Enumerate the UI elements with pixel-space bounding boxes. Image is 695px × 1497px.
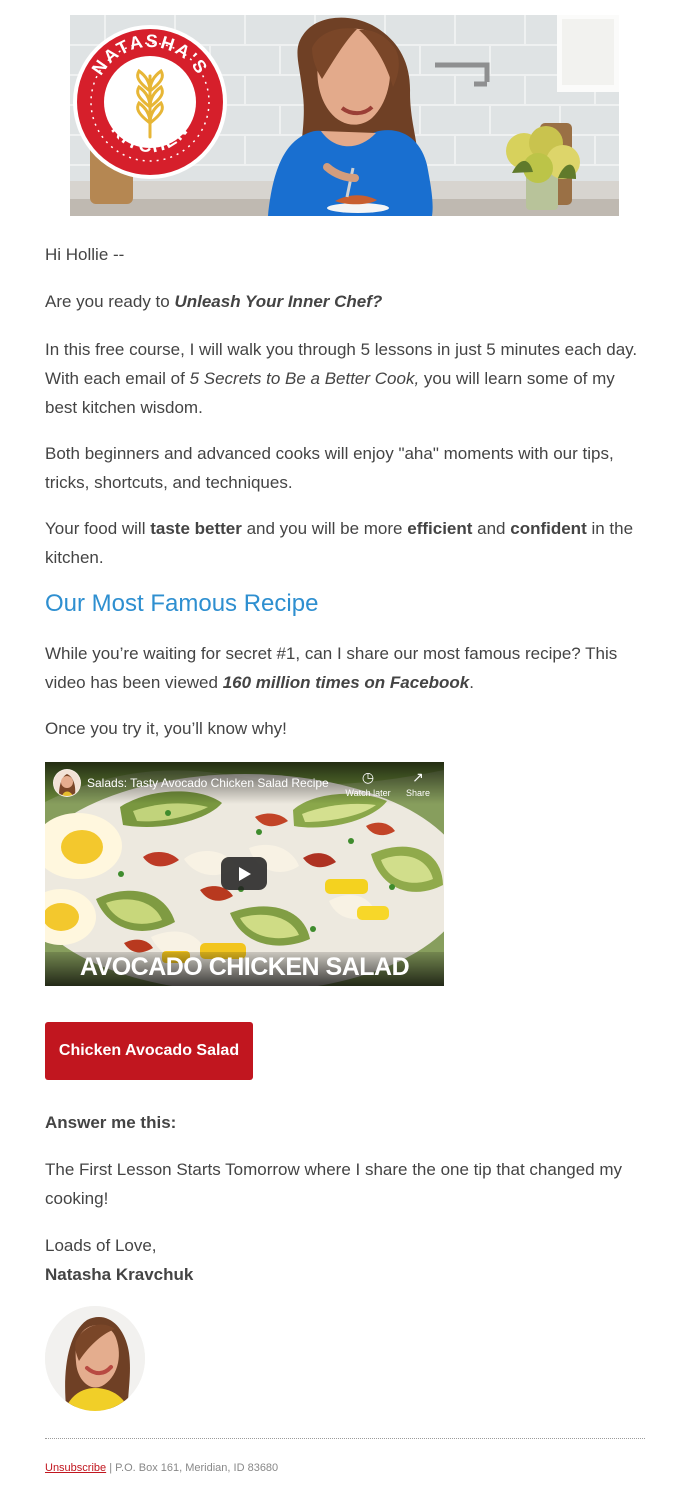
intro-prefix: Are you ready to	[45, 292, 175, 311]
share-arrow-icon: ↗	[412, 769, 424, 785]
natashas-kitchen-logo: NATASHA'S KITCHEN	[73, 25, 227, 179]
course-title: 5 Secrets to Be a Better Cook,	[189, 369, 420, 388]
watch-later-button[interactable]: ◷ Watch later	[344, 769, 392, 798]
video-title[interactable]: Salads: Tasty Avocado Chicken Salad Reci…	[87, 776, 329, 790]
recipe-intro-suffix: .	[469, 673, 474, 692]
chicken-avocado-salad-button[interactable]: Chicken Avocado Salad	[45, 1022, 253, 1080]
author-name: Natasha Kravchuk	[45, 1265, 194, 1284]
answer-label: Answer me this:	[45, 1113, 177, 1132]
recipe-heading: Our Most Famous Recipe	[45, 590, 319, 617]
watch-later-label: Watch later	[345, 788, 391, 798]
author-photo	[45, 1306, 145, 1411]
natasha-profile-image	[45, 1306, 145, 1411]
course-text: In this free course, I will walk you thr…	[45, 335, 645, 422]
footer-divider	[45, 1438, 645, 1439]
intro-text: Are you ready to Unleash Your Inner Chef…	[45, 287, 645, 316]
natasha-avatar-icon	[54, 770, 80, 796]
answer-section: Answer me this:	[45, 1108, 645, 1137]
recipe-intro-text: While you’re waiting for secret #1, can …	[45, 639, 645, 697]
header-banner: NATASHA'S KITCHEN	[70, 15, 619, 216]
greeting-paragraph: Hi Hollie --	[45, 240, 645, 269]
cook-levels-text: Both beginners and advanced cooks will e…	[45, 444, 614, 492]
signoff: Loads of Love, Natasha Kravchuk	[45, 1231, 645, 1289]
intro-paragraph: Are you ready to Unleash Your Inner Chef…	[45, 287, 645, 316]
greeting-text: Hi Hollie --	[45, 245, 125, 264]
share-label: Share	[405, 788, 431, 798]
closing-text: Loads of Love,	[45, 1236, 157, 1255]
try-recipe-paragraph: Once you try it, you’ll know why!	[45, 714, 645, 743]
unsubscribe-link[interactable]: Unsubscribe	[45, 1462, 106, 1474]
video-caption: AVOCADO CHICKEN SALAD	[45, 952, 444, 986]
course-description: In this free course, I will walk you thr…	[45, 335, 645, 422]
benefit-confident: confident	[510, 519, 587, 538]
facebook-views-emphasis: 160 million times on Facebook	[222, 673, 470, 692]
benefits-part-2: and you will be more	[241, 519, 408, 538]
cook-levels-paragraph: Both beginners and advanced cooks will e…	[45, 439, 645, 497]
clock-icon: ◷	[361, 769, 375, 785]
channel-avatar[interactable]	[53, 769, 81, 797]
try-recipe-text: Once you try it, you’ll know why!	[45, 719, 287, 738]
email-footer: Unsubscribe | P.O. Box 161, Meridian, ID…	[45, 1461, 278, 1475]
cabinet	[557, 15, 619, 92]
benefits-text: Your food will taste better and you will…	[45, 514, 645, 572]
recipe-intro-paragraph: While you’re waiting for secret #1, can …	[45, 639, 645, 697]
play-button[interactable]	[221, 857, 267, 890]
kitchen-hero-image: NATASHA'S KITCHEN	[70, 15, 619, 216]
benefit-taste: taste better	[150, 519, 242, 538]
benefits-part-3: and	[472, 519, 511, 538]
share-button[interactable]: ↗ Share	[401, 769, 435, 798]
benefits-part-1: Your food will	[45, 519, 151, 538]
benefits-paragraph: Your food will taste better and you will…	[45, 514, 645, 572]
intro-emphasis: Unleash Your Inner Chef?	[174, 292, 383, 311]
first-lesson-text: The First Lesson Starts Tomorrow where I…	[45, 1160, 623, 1208]
benefit-efficient: efficient	[407, 519, 473, 538]
recipe-video-thumbnail[interactable]: Salads: Tasty Avocado Chicken Salad Reci…	[45, 762, 444, 986]
first-lesson-paragraph: The First Lesson Starts Tomorrow where I…	[45, 1155, 645, 1213]
footer-address: | P.O. Box 161, Meridian, ID 83680	[106, 1462, 279, 1474]
